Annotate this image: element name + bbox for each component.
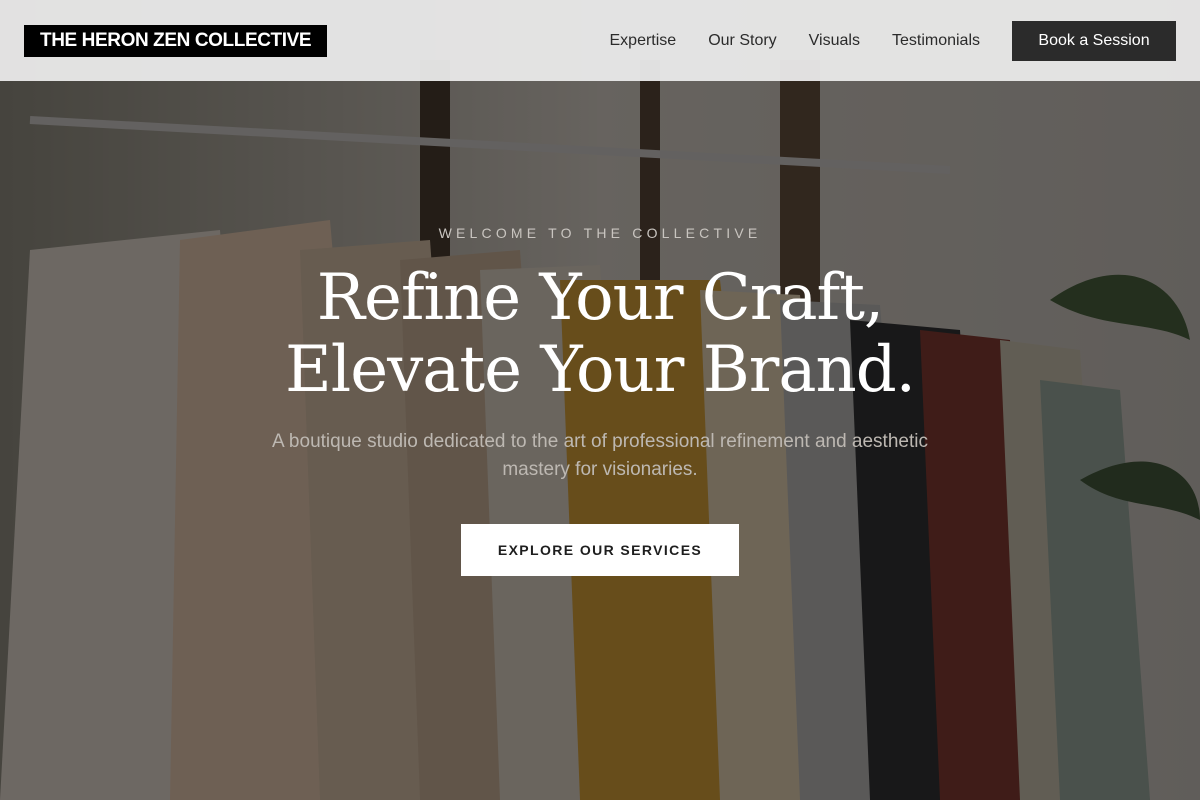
hero-eyebrow: WELCOME TO THE COLLECTIVE <box>438 225 762 241</box>
hero-headline-line-1: Refine Your Craft, <box>316 261 884 335</box>
hero-headline-line-2: Elevate Your Brand. <box>285 333 916 407</box>
hero-section: WELCOME TO THE COLLECTIVE Refine Your Cr… <box>0 0 1200 800</box>
hero-subtitle: A boutique studio dedicated to the art o… <box>272 431 928 480</box>
hero-headline: Refine Your Craft, Elevate Your Brand. <box>0 262 1200 406</box>
explore-services-button[interactable]: EXPLORE OUR SERVICES <box>461 524 739 576</box>
